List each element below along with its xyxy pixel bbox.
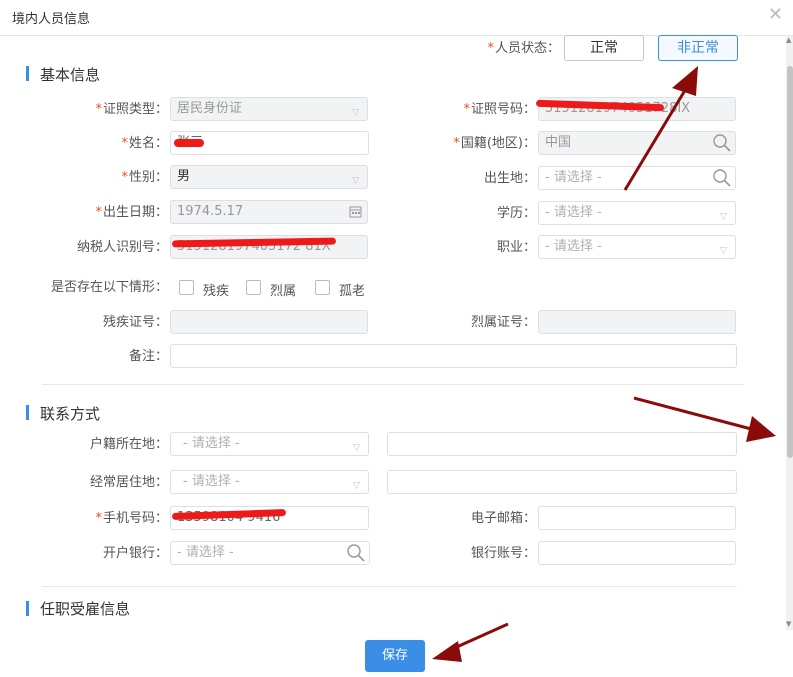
arrow-up-icon	[672, 66, 698, 96]
arrow-right-icon	[746, 416, 776, 442]
annotation-arrows	[432, 66, 776, 662]
arrow-left-icon	[432, 641, 462, 662]
